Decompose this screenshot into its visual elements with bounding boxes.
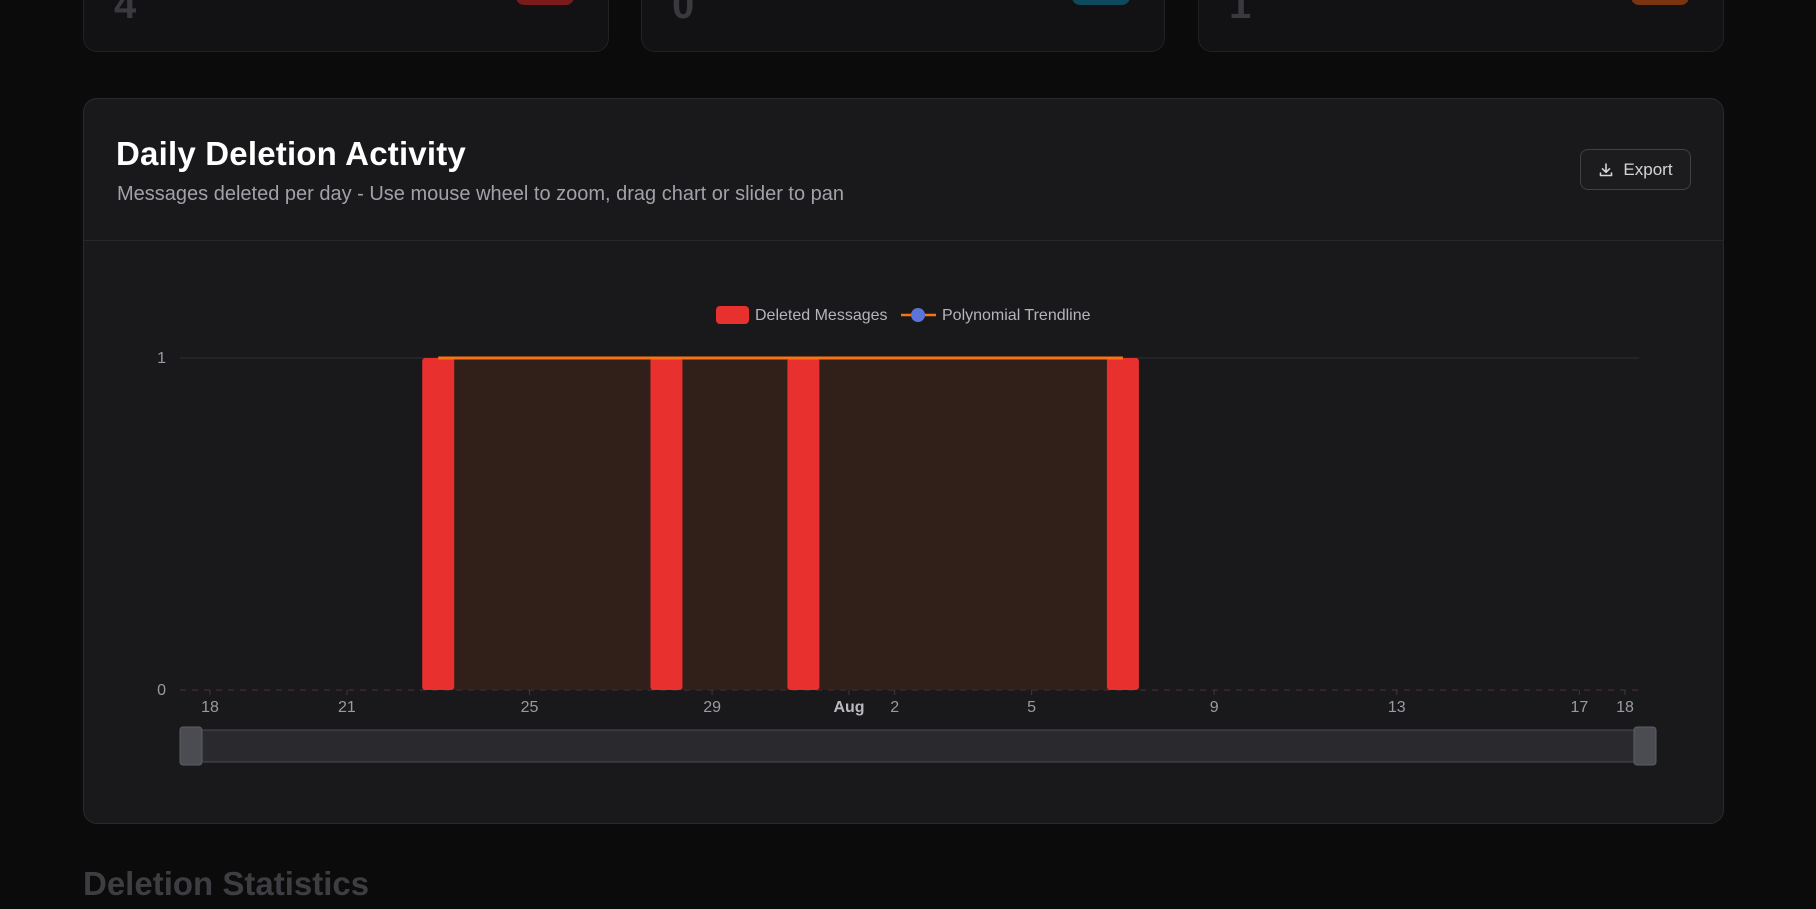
legend-swatch-deleted-messages[interactable]: [716, 306, 749, 324]
zoom-slider-handle-right[interactable]: [1633, 726, 1657, 766]
stat-card-3: 1: [1198, 0, 1724, 52]
x-tick-label: 13: [1388, 699, 1406, 716]
y-tick-label: 0: [157, 682, 166, 699]
section-heading-deletion-statistics: Deletion Statistics: [83, 865, 370, 902]
x-tick-label: Aug: [833, 699, 864, 716]
deletion-chart[interactable]: Deleted Messages Polynomial Trendline 01…: [84, 99, 1724, 824]
trendline-area: [438, 358, 1123, 690]
zoom-slider-handle-left[interactable]: [179, 726, 203, 766]
deletion-activity-panel: Daily Deletion Activity Messages deleted…: [83, 98, 1724, 824]
legend-label-trendline[interactable]: Polynomial Trendline: [942, 307, 1091, 324]
x-tick-label: 18: [201, 699, 219, 716]
stat-card-2: 0: [641, 0, 1165, 52]
bar[interactable]: [650, 358, 683, 690]
stat-value: 4: [114, 0, 137, 27]
chart-legend: Deleted Messages Polynomial Trendline: [716, 306, 1091, 324]
stat-icon-chip: [1072, 0, 1130, 5]
zoom-slider[interactable]: [179, 726, 1657, 766]
zoom-slider-track[interactable]: [179, 729, 1645, 763]
x-tick-label: 18: [1616, 699, 1634, 716]
stat-icon-chip: [516, 0, 574, 5]
y-tick-label: 1: [157, 350, 166, 367]
x-tick-label: 9: [1210, 699, 1219, 716]
x-tick-label: 25: [521, 699, 539, 716]
stat-icon-chip: [1631, 0, 1689, 5]
bar[interactable]: [787, 358, 820, 690]
legend-label-deleted-messages[interactable]: Deleted Messages: [755, 307, 888, 324]
x-tick-label: 21: [338, 699, 356, 716]
y-axis-ticks: 01: [157, 350, 166, 699]
x-tick-label: 17: [1570, 699, 1588, 716]
legend-marker-trendline[interactable]: [911, 308, 925, 322]
bar[interactable]: [422, 358, 455, 690]
x-axis-ticks: 18 21 25 29 Aug 2 5 9 13 17 18: [201, 690, 1634, 716]
x-tick-label: 5: [1027, 699, 1036, 716]
stat-value: 1: [1229, 0, 1252, 27]
stat-card-1: 4: [83, 0, 609, 52]
stat-value: 0: [672, 0, 695, 27]
x-tick-label: 29: [703, 699, 721, 716]
bar[interactable]: [1106, 358, 1139, 690]
x-tick-label: 2: [890, 699, 899, 716]
trendline-fill: [438, 358, 1123, 690]
